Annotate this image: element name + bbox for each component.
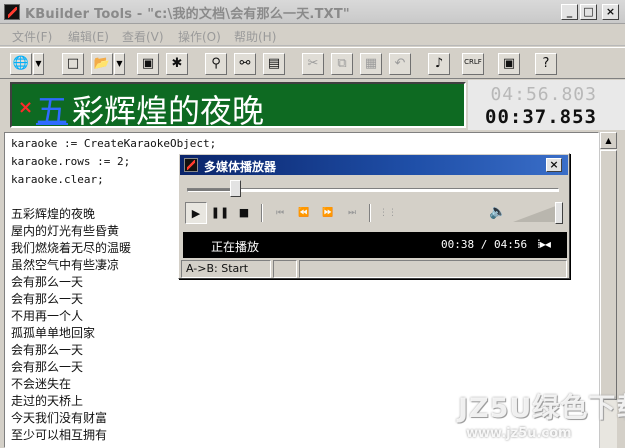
lyric-line: 五彩辉煌的夜晚: [11, 207, 96, 221]
minimize-button[interactable]: _: [561, 4, 578, 20]
chevron-down-icon[interactable]: ▼: [33, 53, 44, 75]
find-icon[interactable]: ⚲: [205, 53, 227, 75]
playback-time: 00:38 / 04:56: [441, 238, 528, 251]
scroll-up-icon[interactable]: ▲: [600, 132, 617, 149]
new-file-icon[interactable]: □: [62, 53, 84, 75]
menu-view[interactable]: 查看(V): [122, 28, 164, 45]
volume-slider-thumb[interactable]: [554, 202, 563, 224]
app-icon[interactable]: [4, 4, 20, 20]
total-time: 04:56.803: [490, 84, 597, 105]
code-line: karaoke := CreateKaraokeObject;: [11, 137, 217, 150]
media-player-dialog: 多媒体播放器 × ▶ ❚❚ ■ ⏮ ⏪ ⏩ ⏭ ⋮⋮ 🔈 正在播放 00:38 …: [178, 153, 570, 279]
menu-help[interactable]: 帮助(H): [234, 28, 276, 45]
lyric-line: 会有那么一天: [11, 275, 84, 289]
stop-icon[interactable]: ■: [233, 202, 255, 224]
copy-icon[interactable]: ⧉: [331, 53, 353, 75]
code-line: karaoke.rows := 2;: [11, 155, 131, 168]
help-label: ?: [542, 56, 550, 71]
vertical-scrollbar[interactable]: ▲: [599, 132, 617, 448]
speaker-icon[interactable]: 🔈: [489, 204, 506, 220]
lyric-line: 我们燃烧着无尽的温暖: [11, 241, 132, 255]
playlist-icon[interactable]: ⋮⋮: [377, 202, 399, 224]
ab-repeat-label[interactable]: A->B: Start: [181, 260, 271, 278]
find-replace-icon[interactable]: ⚯: [234, 53, 256, 75]
audio-visual-icon: ⁞▸◂: [537, 237, 551, 251]
crlf-label: CRLF: [464, 58, 482, 66]
open-folder-icon[interactable]: 📂: [91, 53, 113, 75]
window-title: KBuilder Tools - "c:\我的文档\会有那么一天.TXT": [25, 7, 350, 22]
toolbar: 🌐 ▼ □ 📂 ▼ ▣ ✱ ⚲ ⚯ ▤ ✂ ⧉ ▦ ↶ ♪ CRLF ▣ ?: [0, 47, 625, 79]
lyric-line: 屋内的灯光有些昏黄: [11, 224, 120, 238]
lyric-line: 不用再一个人: [11, 309, 84, 323]
lyric-line: 会有那么一天: [11, 360, 84, 374]
player-close-button[interactable]: ×: [546, 158, 562, 172]
time-display: 04:56.803 00:37.853: [468, 80, 625, 130]
lyric-remaining-text: 彩辉煌的夜晚: [72, 92, 265, 130]
player-title-bar[interactable]: 多媒体播放器 ×: [180, 155, 568, 175]
close-button[interactable]: ×: [602, 4, 619, 20]
player-status-panel: 正在播放 00:38 / 04:56 ⁞▸◂: [183, 232, 567, 258]
chevron-down-icon[interactable]: ▼: [114, 53, 125, 75]
lyric-line: 会有那么一天: [11, 343, 84, 357]
play-icon[interactable]: ▶: [185, 202, 207, 224]
transport-controls: ▶ ❚❚ ■ ⏮ ⏪ ⏩ ⏭ ⋮⋮ 🔈: [183, 202, 567, 226]
toolbar-separator: [369, 204, 371, 222]
pause-icon[interactable]: ❚❚: [209, 202, 231, 224]
menu-edit[interactable]: 编辑(E): [68, 28, 109, 45]
playback-status: 正在播放: [211, 240, 260, 254]
skip-forward-icon[interactable]: ⏭: [341, 202, 363, 224]
rewind-icon[interactable]: ⏪: [293, 202, 315, 224]
menu-operate[interactable]: 操作(O): [178, 28, 221, 45]
menu-file[interactable]: 文件(F): [12, 28, 52, 45]
player-status-bar: A->B: Start: [181, 260, 569, 278]
toolbar-separator: [261, 204, 263, 222]
seek-track[interactable]: [187, 188, 559, 192]
settings-icon[interactable]: ✱: [166, 53, 188, 75]
screen-icon[interactable]: ▣: [498, 53, 520, 75]
current-time: 00:37.853: [485, 106, 597, 128]
paste-icon[interactable]: ▦: [360, 53, 382, 75]
player-title: 多媒体播放器: [204, 160, 277, 174]
page-icon[interactable]: ▤: [263, 53, 285, 75]
status-cell: [273, 260, 297, 278]
status-cell: [299, 260, 567, 278]
scrollbar-thumb[interactable]: [600, 150, 617, 400]
seek-slider-thumb[interactable]: [230, 180, 242, 197]
globe-icon[interactable]: 🌐: [10, 53, 32, 75]
lyric-line: 不会迷失在: [11, 377, 72, 391]
cut-icon[interactable]: ✂: [302, 53, 324, 75]
menu-bar: 文件(F) 编辑(E) 查看(V) 操作(O) 帮助(H): [0, 24, 625, 46]
karaoke-icon[interactable]: ♪: [428, 53, 450, 75]
lyric-banner: × 五 彩辉煌的夜晚: [10, 82, 466, 130]
maximize-button[interactable]: □: [580, 4, 597, 20]
help-icon[interactable]: ?: [535, 53, 557, 75]
save-icon[interactable]: ▣: [137, 53, 159, 75]
crlf-icon[interactable]: CRLF: [462, 53, 484, 75]
skip-back-icon[interactable]: ⏮: [269, 202, 291, 224]
lyric-line: 至少可以相互拥有: [11, 428, 108, 442]
lyric-line: 今天我们没有财富: [11, 411, 108, 425]
lyric-line: 走过的天桥上: [11, 394, 84, 408]
lyric-line: 虽然空气中有些凄凉: [11, 258, 120, 272]
fast-forward-icon[interactable]: ⏩: [317, 202, 339, 224]
lyric-highlighted-text: 五: [36, 92, 69, 130]
undo-icon[interactable]: ↶: [389, 53, 411, 75]
lyric-marker-icon: ×: [18, 97, 34, 118]
code-line: karaoke.clear;: [11, 173, 104, 186]
player-app-icon: [184, 158, 198, 172]
lyric-line: 会有那么一天: [11, 292, 84, 306]
window-title-bar[interactable]: KBuilder Tools - "c:\我的文档\会有那么一天.TXT" _ …: [0, 0, 625, 24]
seek-progress-fill: [188, 189, 237, 191]
lyric-line: 孤孤单单地回家: [11, 326, 96, 340]
